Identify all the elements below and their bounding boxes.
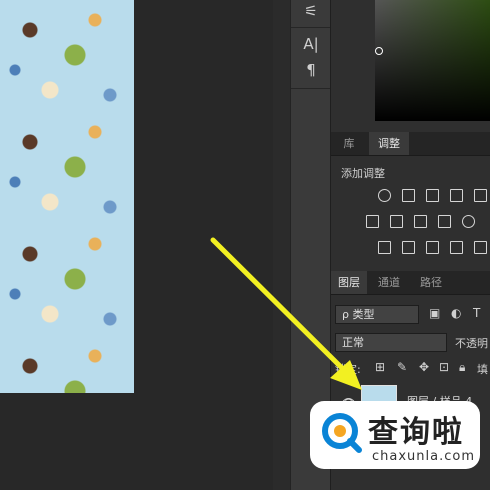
tab-library[interactable]: 库	[331, 132, 367, 155]
pixel-filter-icon[interactable]: ▣	[429, 306, 440, 320]
channel-mixer-icon[interactable]	[462, 215, 475, 228]
curves-icon[interactable]	[426, 189, 439, 202]
lock-position-icon[interactable]: ✥	[419, 360, 429, 374]
blend-mode-select[interactable]: 正常	[335, 333, 447, 352]
lock-all-icon[interactable]: 🔒︎	[459, 360, 465, 375]
tab-channels[interactable]: 通道	[371, 271, 407, 294]
watermark-url-text: chaxunla.com	[372, 449, 475, 464]
exposure-icon[interactable]	[450, 189, 463, 202]
gradient-map-icon[interactable]	[474, 241, 487, 254]
levels-icon[interactable]	[402, 189, 415, 202]
color-picker-field[interactable]	[375, 0, 490, 121]
lock-label: 锁定:	[335, 363, 361, 376]
posterize-icon[interactable]	[402, 241, 415, 254]
tab-layers[interactable]: 图层	[331, 271, 367, 294]
artboard-lock-icon[interactable]: ⊡	[439, 360, 449, 374]
layers-tabbar: 图层 通道 路径	[331, 271, 490, 295]
watermark-badge: 查询啦 chaxunla.com	[310, 401, 480, 469]
add-adjustment-title: 添加调整	[341, 167, 385, 180]
document-canvas[interactable]	[0, 0, 273, 490]
tab-adjustments[interactable]: 调整	[369, 132, 409, 155]
black-white-icon[interactable]	[414, 215, 427, 228]
strip-divider	[291, 27, 331, 28]
hue-saturation-icon[interactable]	[366, 215, 379, 228]
photo-filter-icon[interactable]	[438, 215, 451, 228]
lock-transparent-icon[interactable]: ⊞	[375, 360, 385, 374]
strip-divider	[291, 88, 331, 89]
invert-icon[interactable]	[378, 241, 391, 254]
threshold-icon[interactable]	[426, 241, 439, 254]
fill-label: 填	[477, 363, 488, 376]
opacity-label: 不透明	[455, 337, 488, 350]
selective-color-icon[interactable]	[450, 241, 463, 254]
color-balance-icon[interactable]	[390, 215, 403, 228]
tab-paths[interactable]: 路径	[413, 271, 449, 294]
color-picker-handle[interactable]	[375, 47, 383, 55]
type-filter-icon[interactable]: T	[473, 306, 480, 320]
adjustments-tabbar: 库 调整	[331, 132, 490, 156]
canvas-gutter	[273, 0, 290, 490]
brightness-icon[interactable]	[378, 189, 391, 202]
brush-settings-icon[interactable]: ⚟	[291, 2, 331, 20]
pattern-image	[0, 0, 134, 393]
lock-image-icon[interactable]: ✎	[397, 360, 407, 374]
paragraph-panel-icon[interactable]: ¶	[291, 61, 331, 79]
vibrance-icon[interactable]	[474, 189, 487, 202]
layer-filter-kind-select[interactable]: ρ 类型	[335, 305, 419, 324]
watermark-cn-text: 查询啦	[368, 415, 464, 450]
search-logo-icon	[322, 413, 362, 453]
adjustment-filter-icon[interactable]: ◐	[451, 306, 461, 320]
character-panel-icon[interactable]: A|	[291, 35, 331, 53]
